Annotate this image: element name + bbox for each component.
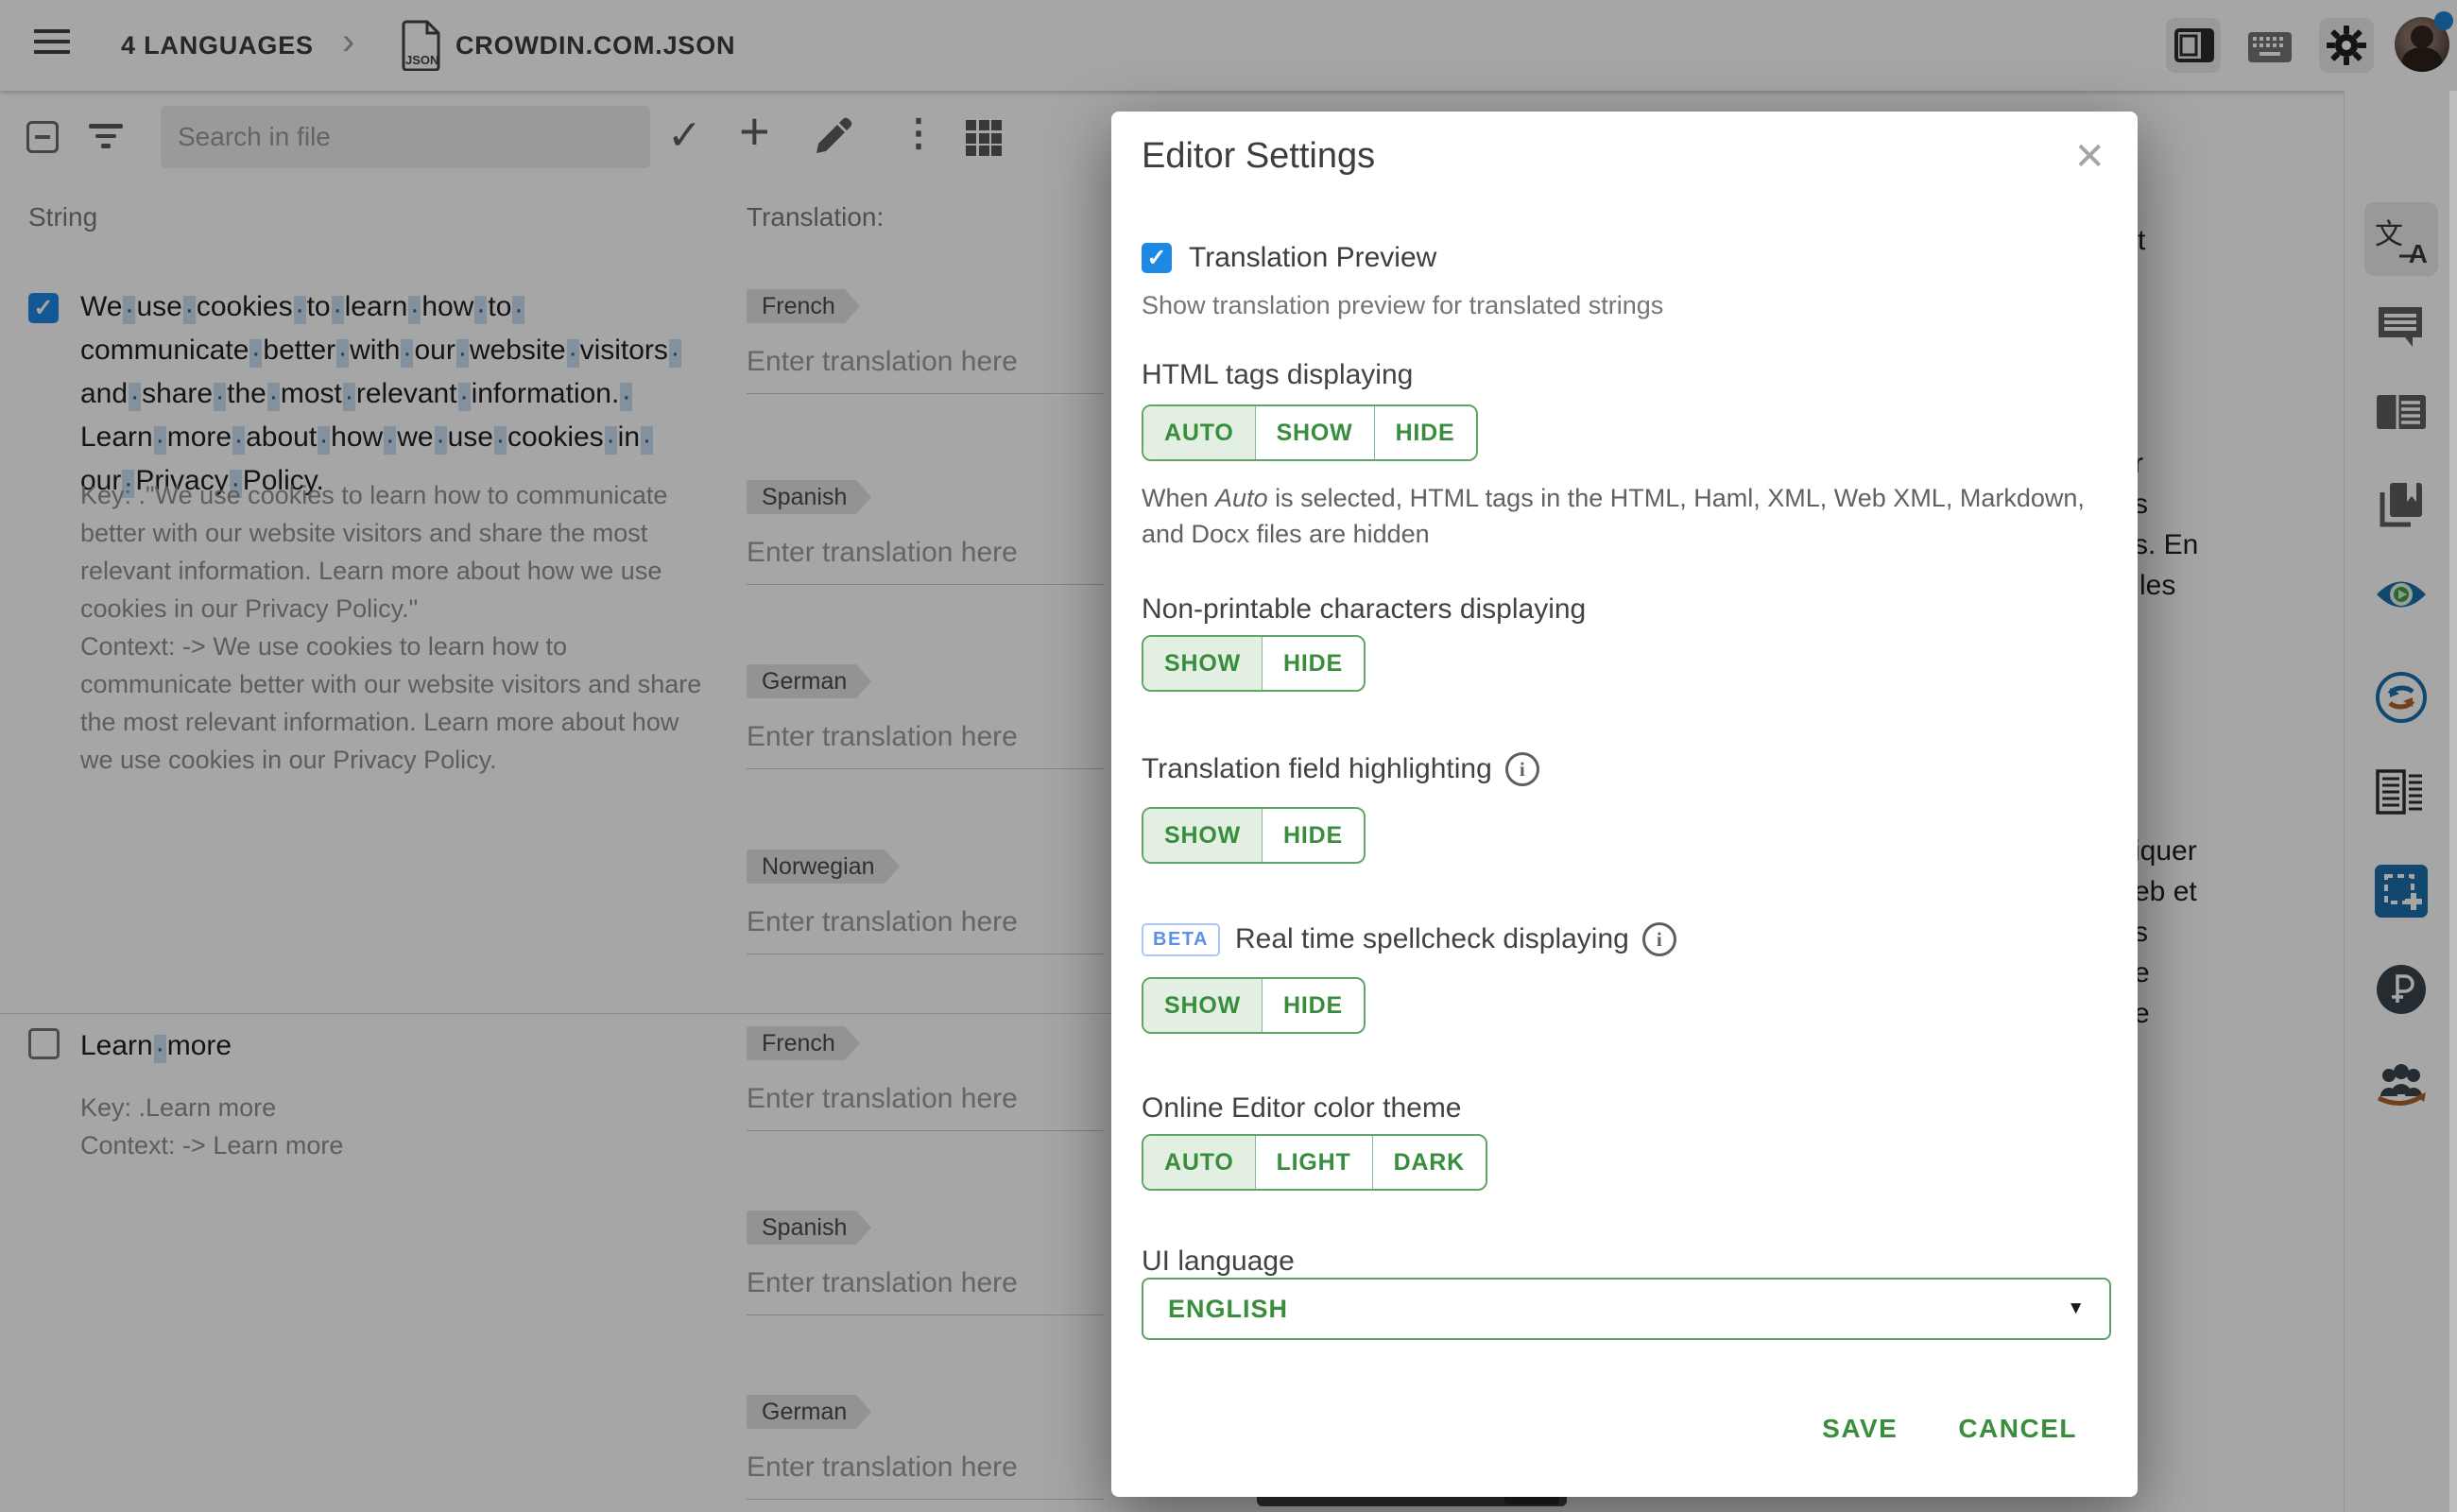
option-show[interactable]: SHOW (1143, 979, 1262, 1032)
option-hide[interactable]: HIDE (1262, 979, 1364, 1032)
chevron-down-icon: ▼ (2067, 1280, 2085, 1338)
crowdin-editor-screen: 4 LANGUAGES › JSON CROWDIN.COM.JSON (0, 0, 2457, 1512)
option-show[interactable]: SHOW (1143, 637, 1262, 690)
translation-preview-checkbox[interactable]: ✓ (1142, 243, 1172, 273)
beta-badge: BETA (1142, 923, 1220, 956)
option-light[interactable]: LIGHT (1255, 1136, 1372, 1189)
option-hide[interactable]: HIDE (1262, 809, 1364, 862)
setting-label-non-printable: Non-printable characters displaying (1142, 593, 1586, 626)
spellcheck-segmented-control: SHOW HIDE (1142, 977, 1366, 1034)
option-show[interactable]: SHOW (1255, 406, 1374, 459)
option-hide[interactable]: HIDE (1374, 406, 1476, 459)
info-icon[interactable]: i (1505, 752, 1539, 786)
close-icon[interactable]: ✕ (2073, 138, 2105, 176)
ui-language-value: ENGLISH (1168, 1280, 1288, 1338)
ui-language-label: UI language (1142, 1246, 1295, 1278)
setting-label-html-tags: HTML tags displaying (1142, 359, 1413, 391)
scrollbar[interactable] (2449, 91, 2457, 1512)
cancel-button[interactable]: CANCEL (1958, 1414, 2077, 1444)
setting-label-field-highlighting: Translation field highlighting i (1142, 752, 1539, 786)
setting-label-spellcheck: BETA Real time spellcheck displaying i (1142, 922, 1676, 956)
ui-language-select[interactable]: ENGLISH ▼ (1142, 1278, 2111, 1340)
save-button[interactable]: SAVE (1822, 1414, 1898, 1444)
html-tags-helper-text: When Auto is selected, HTML tags in the … (1142, 480, 2098, 552)
option-show[interactable]: SHOW (1143, 809, 1262, 862)
option-hide[interactable]: HIDE (1262, 637, 1364, 690)
setting-label-color-theme: Online Editor color theme (1142, 1092, 1462, 1125)
non-printable-segmented-control: SHOW HIDE (1142, 635, 1366, 692)
translation-preview-label: Translation Preview (1189, 242, 1436, 274)
translation-preview-description: Show translation preview for translated … (1142, 291, 1663, 320)
html-tags-segmented-control: AUTO SHOW HIDE (1142, 404, 1478, 461)
field-highlighting-segmented-control: SHOW HIDE (1142, 807, 1366, 864)
color-theme-segmented-control: AUTO LIGHT DARK (1142, 1134, 1487, 1191)
editor-settings-modal: Editor Settings ✕ ✓ Translation Preview … (1111, 112, 2138, 1497)
option-auto[interactable]: AUTO (1143, 406, 1255, 459)
option-auto[interactable]: AUTO (1143, 1136, 1255, 1189)
option-dark[interactable]: DARK (1372, 1136, 1486, 1189)
modal-title: Editor Settings (1142, 136, 1375, 177)
info-icon[interactable]: i (1642, 922, 1676, 956)
